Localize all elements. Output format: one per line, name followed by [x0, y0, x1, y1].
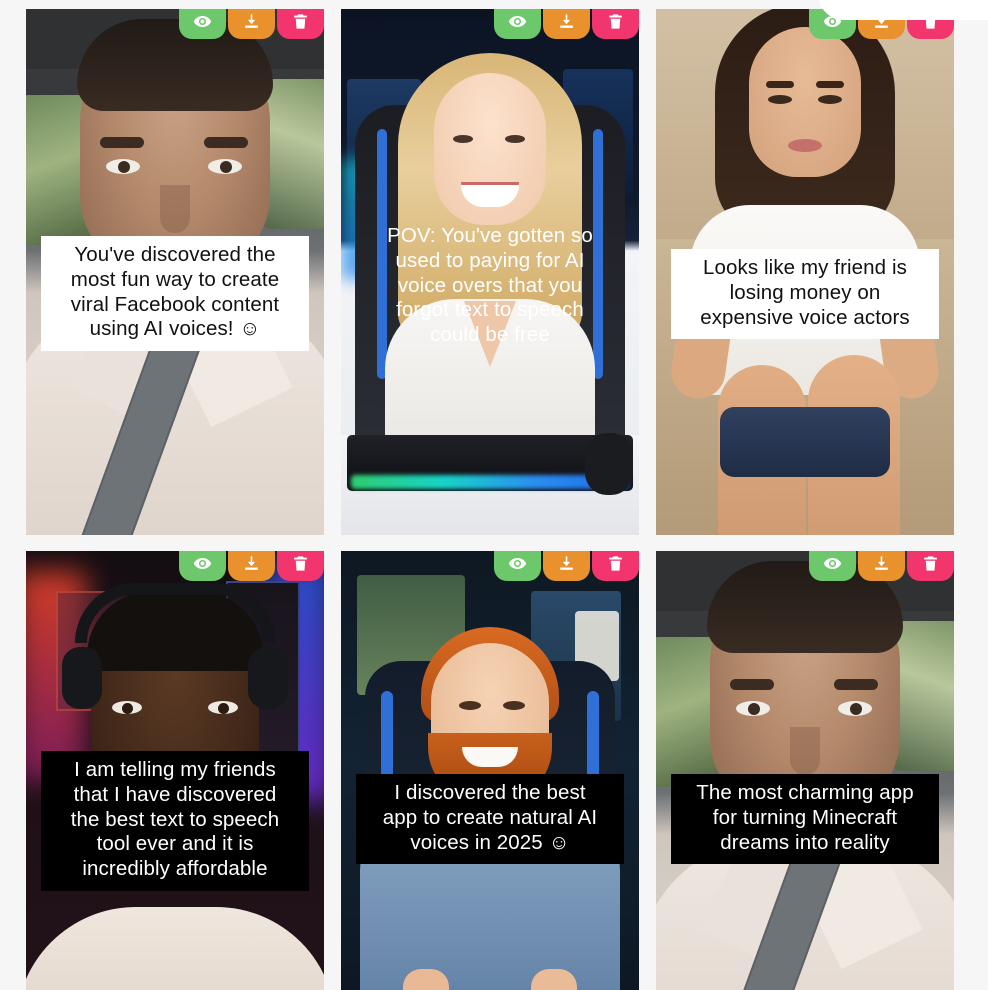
clip-caption: Looks like my friend is losing money on … — [671, 249, 939, 340]
clip-card[interactable]: You've discovered the most fun way to cr… — [26, 9, 324, 535]
clip-card[interactable]: The most charming app for turning Minecr… — [656, 551, 954, 990]
eye-icon — [508, 557, 527, 570]
clip-thumbnail — [341, 551, 639, 990]
download-icon — [560, 556, 573, 570]
download-icon — [875, 556, 888, 570]
card-action-bar — [809, 551, 954, 581]
clip-card[interactable]: POV: You've gotten so used to paying for… — [341, 9, 639, 535]
trash-icon — [294, 14, 307, 29]
clip-caption: POV: You've gotten so used to paying for… — [387, 224, 593, 347]
panel-corner-decoration — [818, 0, 988, 20]
card-action-bar — [179, 551, 324, 581]
download-button[interactable] — [543, 551, 590, 581]
download-button[interactable] — [228, 551, 275, 581]
delete-button[interactable] — [277, 551, 324, 581]
clip-gallery-page: You've discovered the most fun way to cr… — [0, 0, 988, 990]
view-button[interactable] — [809, 551, 856, 581]
trash-icon — [924, 556, 937, 571]
view-button[interactable] — [179, 9, 226, 39]
delete-button[interactable] — [277, 9, 324, 39]
download-button[interactable] — [858, 551, 905, 581]
clip-card[interactable]: Looks like my friend is losing money on … — [656, 9, 954, 535]
eye-icon — [508, 15, 527, 28]
card-action-bar — [494, 551, 639, 581]
eye-icon — [823, 557, 842, 570]
card-action-bar — [494, 9, 639, 39]
delete-button[interactable] — [592, 551, 639, 581]
clip-thumbnail — [656, 551, 954, 990]
trash-icon — [609, 556, 622, 571]
clip-caption: You've discovered the most fun way to cr… — [41, 236, 309, 352]
view-button[interactable] — [494, 9, 541, 39]
clip-card[interactable]: I am telling my friends that I have disc… — [26, 551, 324, 990]
download-icon — [245, 556, 258, 570]
download-icon — [560, 14, 573, 28]
eye-icon — [193, 15, 212, 28]
clip-caption: I discovered the best app to create natu… — [356, 774, 624, 865]
clip-caption: The most charming app for turning Minecr… — [671, 774, 939, 865]
trash-icon — [294, 556, 307, 571]
delete-button[interactable] — [907, 551, 954, 581]
card-action-bar — [179, 9, 324, 39]
view-button[interactable] — [494, 551, 541, 581]
download-icon — [245, 14, 258, 28]
clip-card[interactable]: I discovered the best app to create natu… — [341, 551, 639, 990]
clip-grid: You've discovered the most fun way to cr… — [26, 9, 962, 990]
clip-caption: I am telling my friends that I have disc… — [41, 751, 309, 891]
eye-icon — [193, 557, 212, 570]
view-button[interactable] — [179, 551, 226, 581]
delete-button[interactable] — [592, 9, 639, 39]
download-button[interactable] — [543, 9, 590, 39]
download-button[interactable] — [228, 9, 275, 39]
trash-icon — [609, 14, 622, 29]
